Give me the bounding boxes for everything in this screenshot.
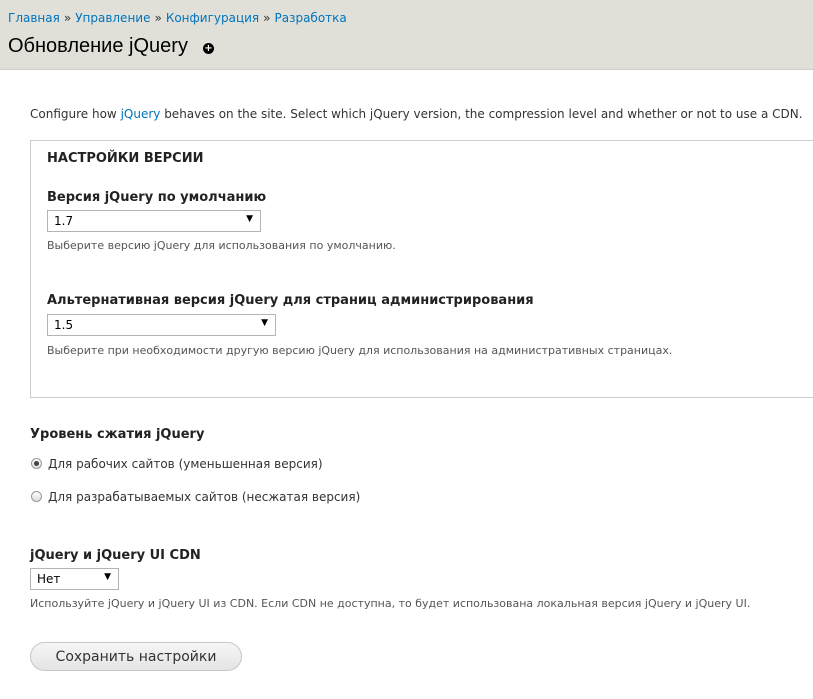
cdn-select[interactable]: Нет ▼ — [30, 568, 119, 590]
dropdown-arrow-icon: ▼ — [246, 214, 253, 224]
default-version-select[interactable]: 1.7 ▼ — [47, 210, 261, 232]
dropdown-arrow-icon: ▼ — [104, 572, 111, 582]
fieldset-legend: Настройки версии — [47, 151, 204, 166]
dropdown-arrow-icon: ▼ — [261, 318, 268, 328]
production-radio[interactable] — [31, 458, 42, 469]
intro-after: behaves on the site. Select which jQuery… — [160, 107, 803, 121]
development-radio[interactable] — [31, 491, 42, 502]
page-header: Главная» Управление» Конфигурация» Разработ… — [0, 0, 813, 70]
breadcrumb-home-link[interactable]: Главная — [8, 11, 60, 25]
breadcrumb-development-link[interactable]: Разработка — [274, 11, 346, 25]
development-radio-label[interactable]: Для разрабатываемых сайтов (несжатая вер… — [48, 490, 360, 504]
breadcrumb-config-link[interactable]: Конфигурация — [166, 11, 259, 25]
plus-circle-icon[interactable]: + — [203, 43, 214, 54]
production-radio-label[interactable]: Для рабочих сайтов (уменьшенная версия) — [48, 457, 323, 471]
breadcrumb-separator: » — [63, 11, 72, 25]
admin-version-select[interactable]: 1.5 ▼ — [47, 314, 276, 336]
compression-label: Уровень сжатия jQuery — [30, 427, 205, 442]
breadcrumb-admin-link[interactable]: Управление — [75, 11, 150, 25]
default-version-value: 1.7 — [54, 214, 74, 228]
cdn-value: Нет — [37, 572, 61, 586]
default-version-label: Версия jQuery по умолчанию — [47, 190, 267, 205]
page-title: Обновление jQuery — [8, 35, 188, 57]
default-version-description: Выберите версию jQuery для использования… — [47, 239, 396, 252]
admin-version-label: Альтернативная версия jQuery для страниц… — [47, 293, 534, 308]
intro-text: Configure how jQuery behaves on the site… — [30, 107, 803, 121]
save-settings-button[interactable]: Сохранить настройки — [30, 642, 242, 671]
breadcrumb-separator: » — [154, 11, 162, 25]
intro-before: Configure how — [30, 107, 121, 121]
breadcrumb-separator: » — [263, 11, 271, 25]
admin-version-description: Выберите при необходимости другую версию… — [47, 344, 673, 357]
cdn-label: jQuery и jQuery UI CDN — [30, 548, 201, 563]
admin-version-value: 1.5 — [54, 318, 74, 332]
jquery-link[interactable]: jQuery — [121, 107, 161, 121]
cdn-description: Используйте jQuery и jQuery UI из CDN. Е… — [30, 597, 751, 610]
version-settings-fieldset: Настройки версии Версия jQuery по умолча… — [30, 140, 813, 398]
breadcrumb: Главная» Управление» Конфигурация» Разработ… — [8, 11, 347, 25]
